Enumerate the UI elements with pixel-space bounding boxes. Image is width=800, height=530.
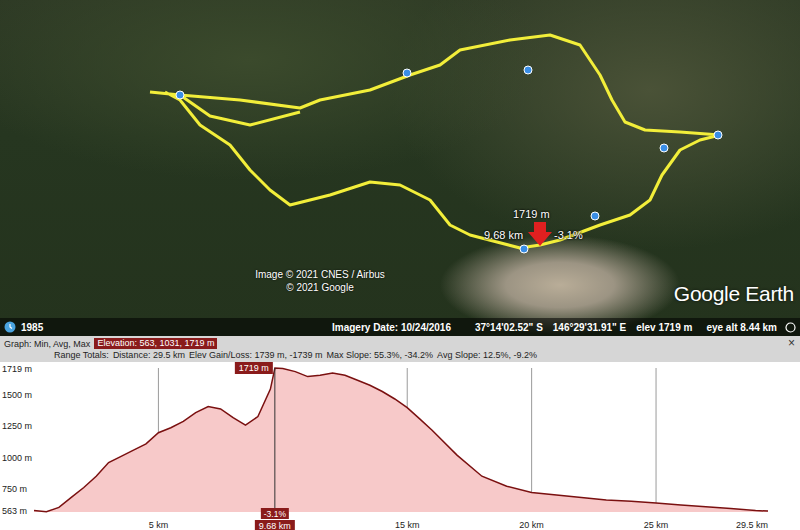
cursor-distance-label: 9.68 km [255,520,295,530]
y-tick: 1719 m [2,364,32,374]
y-tick: 750 m [2,484,27,494]
grid-line [531,368,532,512]
range-total: Max Slope: 55.3%, -34.2% [326,350,433,360]
placemark-icon[interactable] [591,212,599,220]
cursor-elevation-label: 1719 m [235,362,273,374]
elevation-profile: Graph: Min, Avg, Max Elevation: 563, 1031… [0,336,800,530]
marker-slope: -3.1% [554,229,583,241]
elevation-line [34,368,768,512]
google-earth-window: 1719 m 9.68 km -3.1% Image © 2021 CNES / Ai… [0,0,800,530]
attribution-line: Image © 2021 CNES / Airbus [255,268,385,281]
svg-text:-3.1%: -3.1% [264,509,287,519]
plot-area [34,368,768,512]
placemark-icon[interactable] [403,69,411,77]
x-tick: 15 km [395,520,420,530]
status-toggle-icon[interactable] [785,322,796,333]
elevation-area [34,368,768,512]
svg-text:9.68 km: 9.68 km [259,521,291,530]
placemark-icon[interactable] [660,144,668,152]
latitude: 37°14'02.52" S [475,322,543,333]
elevation-summary[interactable]: Elevation: 563, 1031, 1719 m [94,338,217,349]
profile-header: Graph: Min, Avg, Max Elevation: 563, 1031… [0,336,800,362]
satellite-map[interactable]: 1719 m 9.68 km -3.1% Image © 2021 CNES / Ai… [0,0,800,336]
track-overlay [0,0,800,318]
placemark-icon[interactable] [714,131,722,139]
cursor-slope-label: -3.1% [261,508,289,519]
x-tick: 25 km [644,520,669,530]
track-branch[interactable] [180,95,300,125]
imagery-date: Imagery Date: 10/24/2016 [332,322,451,333]
elevation-readout: elev 1719 m [636,322,692,333]
track-path[interactable] [150,35,720,248]
range-total: Avg Slope: 12.5%, -9.2% [437,350,537,360]
range-label: Range Totals: [54,350,109,360]
marker-distance: 9.68 km [484,229,523,241]
marker-elevation: 1719 m [513,208,550,220]
x-tick: 5 km [149,520,169,530]
longitude: 146°29'31.91" E [553,322,626,333]
graph-label: Graph: Min, Avg, Max [4,339,90,349]
position-arrow-icon [528,222,552,246]
x-tick: 29.5 km [736,520,768,530]
y-tick: 1500 m [2,390,32,400]
placemark-icon[interactable] [176,91,184,99]
close-button[interactable]: × [786,336,797,350]
elevation-chart[interactable]: 1719 m 1500 m 1250 m 1000 m 750 m 563 m 5 km 15… [0,362,800,530]
range-total: Distance: 29.5 km [113,350,185,360]
grid-line [656,368,657,512]
x-tick: 20 km [519,520,544,530]
attribution: Image © 2021 CNES / Airbus© 2021 Google [250,268,390,294]
y-tick: 1250 m [2,421,32,431]
y-tick: 1000 m [2,453,32,463]
attribution-line: © 2021 Google [286,281,353,294]
cursor-line[interactable] [274,368,275,512]
range-total: Elev Gain/Loss: 1739 m, -1739 m [189,350,323,360]
historical-year[interactable]: 1985 [21,322,43,333]
status-bar: 1985 Imagery Date: 10/24/2016 37°14'02.52"… [0,318,800,336]
placemark-icon[interactable] [520,245,528,253]
historical-imagery-icon[interactable] [4,321,16,333]
y-tick: 563 m [2,506,27,516]
google-earth-logo: Google Earth [674,282,794,306]
eye-altitude: eye alt 8.44 km [706,322,777,333]
placemark-icon[interactable] [524,66,532,74]
svg-text:1719 m: 1719 m [239,363,269,373]
